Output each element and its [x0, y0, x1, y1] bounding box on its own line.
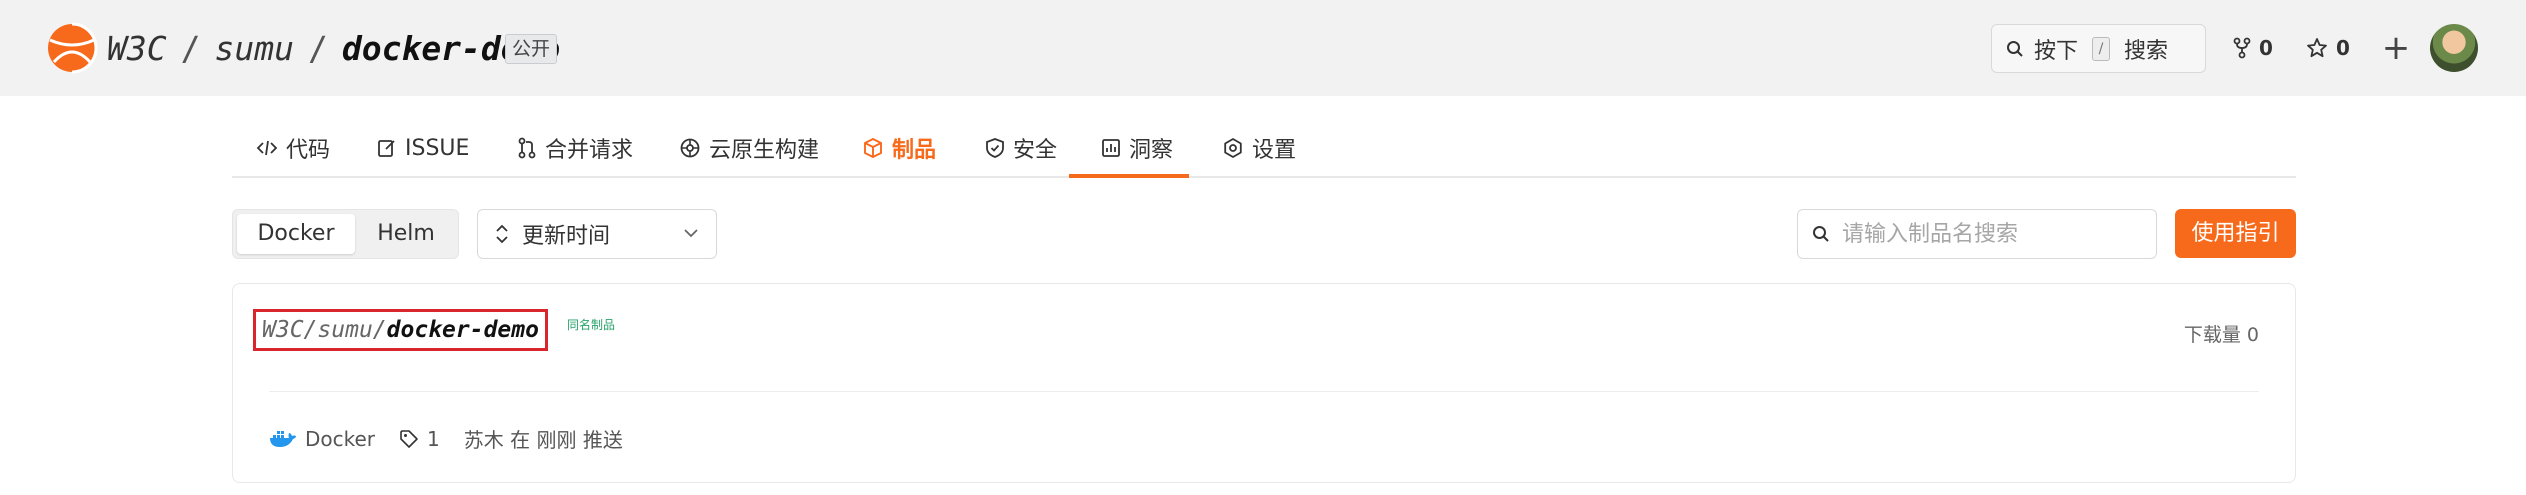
repo-tabs: 代码 ISSUE 合并请求 云原生构建 制品 安全 洞察 设置 [232, 118, 2296, 178]
tag-icon [400, 429, 418, 448]
package-type: Docker [269, 427, 375, 451]
shield-icon [986, 138, 1004, 158]
star-button[interactable]: 0 [2306, 30, 2350, 66]
tab-issue[interactable]: ISSUE [377, 118, 469, 178]
active-tab-indicator [1069, 174, 1189, 178]
usage-guide-button[interactable]: 使用指引 [2175, 209, 2296, 258]
tab-label: 合并请求 [545, 138, 634, 163]
search-icon [1813, 226, 1829, 242]
tab-code[interactable]: 代码 [256, 118, 330, 178]
tag-count-value: 1 [427, 426, 440, 451]
tab-cloud-native-build[interactable]: 云原生构建 [679, 118, 819, 178]
fork-count: 0 [2259, 36, 2273, 60]
path-separator: / [303, 317, 318, 343]
segment-docker[interactable]: Docker [237, 214, 355, 254]
package-group: sumu [317, 317, 373, 343]
logo-icon[interactable] [46, 22, 98, 74]
tab-merge-requests[interactable]: 合并请求 [517, 118, 633, 178]
search-action-label: 搜索 [2124, 38, 2169, 64]
tab-label: 洞察 [1129, 138, 1174, 163]
package-meta: Docker 1 苏木 在 刚刚 推送 [269, 424, 647, 453]
path-separator: / [372, 317, 387, 343]
star-count: 0 [2336, 36, 2350, 60]
package-name: docker-demo [386, 317, 539, 343]
breadcrumb-separator: / [180, 28, 201, 68]
visibility-badge: 公开 [505, 34, 558, 64]
package-search [1797, 209, 2157, 259]
sort-label: 更新时间 [522, 224, 611, 249]
tab-packages[interactable]: 制品 [862, 118, 936, 178]
same-name-badge: 同名制品 [567, 318, 616, 332]
segment-helm[interactable]: Helm [357, 214, 455, 254]
breadcrumb-group[interactable]: sumu [214, 29, 293, 68]
breadcrumb-separator: / [307, 28, 328, 68]
breadcrumb-owner[interactable]: W3C [107, 29, 167, 68]
merge-icon [518, 137, 536, 159]
global-search-button[interactable]: 按下 / 搜索 [1991, 24, 2206, 73]
star-icon [2307, 38, 2327, 58]
avatar[interactable] [2430, 24, 2478, 72]
tab-settings[interactable]: 设置 [1222, 118, 1296, 178]
fork-button[interactable]: 0 [2233, 30, 2273, 66]
tab-label: 云原生构建 [709, 138, 820, 163]
package-search-input[interactable] [1842, 221, 2142, 247]
sort-select[interactable]: 更新时间 [477, 209, 717, 259]
push-info-text: 苏木 在 刚刚 推送 [463, 428, 623, 452]
chevron-down-icon [684, 229, 698, 238]
search-shortcut-key: / [2092, 36, 2111, 61]
fork-icon [2233, 37, 2251, 59]
top-bar: W3C / sumu / docker-demo 公开 按下 / 搜索 0 0 … [0, 0, 2526, 96]
package-card: W3C / sumu / docker-demo 同名制品 下载量 0 Docker 1… [232, 283, 2296, 483]
sort-icon [496, 224, 508, 244]
search-icon [2007, 40, 2023, 57]
package-name-link[interactable]: W3C / sumu / docker-demo [253, 309, 548, 351]
push-info: 苏木 在 刚刚 推送 [464, 424, 623, 453]
tab-label: 制品 [892, 138, 937, 163]
tab-label: 安全 [1013, 138, 1058, 163]
package-type-toggle: Docker Helm [232, 209, 459, 259]
tag-count[interactable]: 1 [399, 427, 440, 451]
search-press-label: 按下 [2034, 38, 2079, 64]
build-icon [680, 138, 700, 158]
download-count: 下载量 0 [2183, 324, 2259, 346]
tab-label: 设置 [1252, 138, 1297, 163]
package-icon [864, 138, 882, 158]
tab-security[interactable]: 安全 [985, 118, 1057, 178]
divider [269, 391, 2259, 392]
edit-icon [378, 140, 395, 157]
add-icon[interactable]: + [2381, 28, 2411, 68]
tab-label: 代码 [286, 138, 331, 163]
settings-icon [1224, 138, 1242, 158]
tab-label: ISSUE [405, 135, 470, 161]
breadcrumb: W3C / sumu / docker-demo [107, 26, 560, 70]
package-owner: W3C [262, 317, 304, 343]
docker-icon [270, 430, 296, 447]
package-type-label: Docker [305, 426, 376, 451]
chart-icon [1102, 139, 1120, 157]
tab-insights[interactable]: 洞察 [1101, 118, 1173, 178]
code-icon [256, 140, 278, 156]
